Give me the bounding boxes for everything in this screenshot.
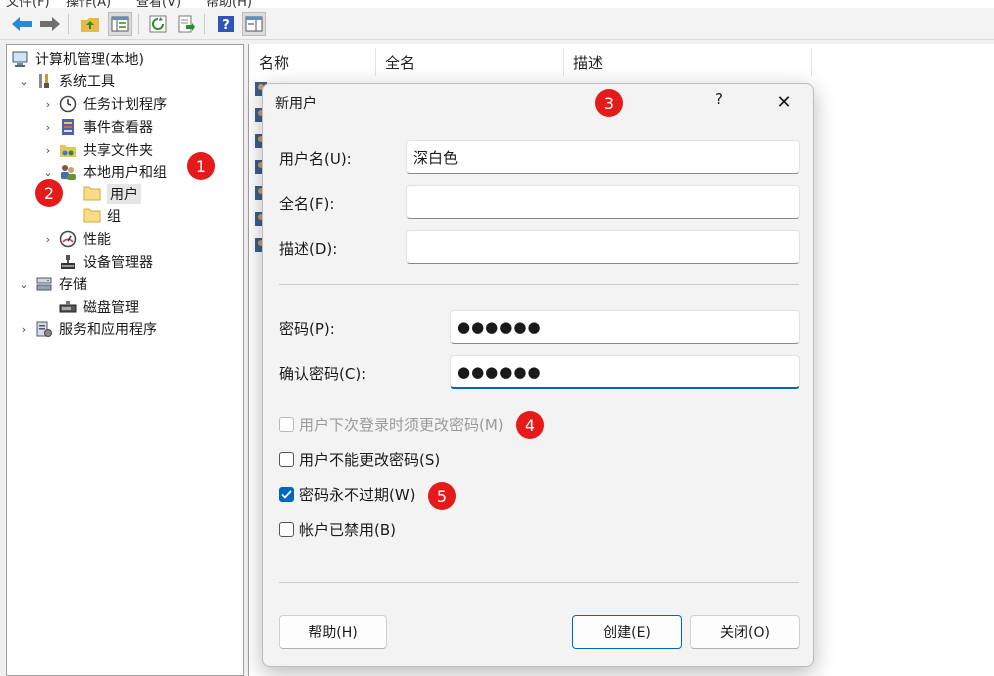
menu-help[interactable]: 帮助(H) (206, 0, 252, 8)
new-user-dialog: 新用户 ? ✕ 用户名(U): 深白色 全名(F): 描述(D): 密码(P):… (262, 83, 814, 667)
action-pane-icon[interactable] (242, 12, 266, 36)
services-icon (35, 320, 53, 338)
disk-icon (59, 298, 77, 316)
svg-text:?: ? (222, 18, 230, 33)
device-manager-icon (59, 253, 77, 271)
option-must-change-password[interactable]: 用户下次登录时须更改密码(M) (279, 414, 504, 435)
checkbox[interactable] (279, 417, 294, 432)
divider (279, 284, 799, 285)
annotation-badge-4: 4 (516, 411, 544, 439)
annotation-badge-1: 1 (187, 152, 215, 180)
option-password-never-expires[interactable]: 密码永不过期(W) (279, 484, 416, 505)
tree-device-manager[interactable]: 设备管理器 (55, 251, 153, 273)
column-header-fullname[interactable]: 全名 (375, 44, 563, 80)
fullname-input[interactable] (406, 185, 800, 219)
column-header-name[interactable]: 名称 (249, 44, 375, 80)
tree-groups[interactable]: 组 (79, 205, 121, 227)
shared-folder-icon (59, 141, 77, 159)
toolbar: ? (0, 8, 994, 40)
tree-disk-management[interactable]: 磁盘管理 (55, 296, 139, 318)
confirm-password-input[interactable]: ●●●●●● (450, 355, 800, 389)
checkbox[interactable] (279, 452, 294, 467)
tree-event-viewer[interactable]: › 事件查看器 (41, 116, 153, 138)
tree-shared-folders[interactable]: › 共享文件夹 (41, 139, 153, 161)
refresh-icon[interactable] (146, 12, 170, 36)
tree-services-apps[interactable]: › 服务和应用程序 (17, 318, 157, 340)
column-header-description[interactable]: 描述 (563, 44, 811, 80)
chevron-right-icon[interactable]: › (17, 323, 31, 336)
username-input[interactable]: 深白色 (406, 140, 800, 174)
checkbox-checked[interactable] (279, 487, 294, 502)
event-viewer-icon (59, 118, 77, 136)
annotation-badge-3: 3 (595, 89, 623, 117)
chevron-down-icon[interactable]: ⌄ (41, 166, 55, 179)
divider (279, 582, 799, 583)
menu-bar: 文件(F) 操作(A) 查看(V) 帮助(H) (0, 0, 994, 8)
tree-performance[interactable]: › 性能 (41, 228, 111, 250)
tree-storage[interactable]: ⌄ 存储 (17, 273, 87, 295)
export-list-icon[interactable] (174, 12, 198, 36)
close-button[interactable]: 关闭(O) (690, 615, 800, 649)
chevron-right-icon[interactable]: › (41, 121, 55, 134)
password-input[interactable]: ●●●●●● (450, 310, 800, 344)
chevron-down-icon[interactable]: ⌄ (17, 75, 31, 88)
tree-root[interactable]: 计算机管理(本地) (11, 48, 144, 70)
tree-users[interactable]: 用户 (79, 183, 141, 205)
tree-system-tools[interactable]: ⌄ 系统工具 (17, 70, 115, 92)
checkmark-icon (281, 490, 292, 499)
annotation-badge-5: 5 (428, 482, 456, 510)
chevron-right-icon[interactable]: › (41, 233, 55, 246)
fullname-label: 全名(F): (279, 195, 335, 213)
menu-action[interactable]: 操作(A) (66, 0, 111, 8)
users-group-icon (59, 163, 77, 181)
back-arrow-icon[interactable] (10, 12, 34, 36)
option-account-disabled[interactable]: 帐户已禁用(B) (279, 519, 396, 540)
help-button[interactable]: 帮助(H) (279, 615, 387, 649)
description-label: 描述(D): (279, 240, 338, 258)
show-hide-tree-icon[interactable] (108, 12, 132, 36)
clock-icon (59, 95, 77, 113)
username-label: 用户名(U): (279, 150, 352, 168)
menu-file[interactable]: 文件(F) (6, 0, 50, 8)
chevron-right-icon[interactable]: › (41, 98, 55, 111)
performance-gauge-icon (59, 230, 77, 248)
option-cannot-change-password[interactable]: 用户不能更改密码(S) (279, 449, 440, 470)
navigation-tree: 计算机管理(本地) ⌄ 系统工具 › 任务计划程序 › 事件查看器 › 共享文件… (6, 44, 244, 676)
password-label: 密码(P): (279, 320, 335, 338)
up-folder-icon[interactable] (78, 12, 102, 36)
tree-task-scheduler[interactable]: › 任务计划程序 (41, 93, 167, 115)
description-input[interactable] (406, 230, 800, 264)
storage-icon (35, 275, 53, 293)
confirm-password-label: 确认密码(C): (279, 365, 367, 383)
dialog-close-icon[interactable]: ✕ (769, 88, 799, 116)
help-icon[interactable]: ? (214, 12, 238, 36)
tools-icon (35, 72, 53, 90)
dialog-help-icon[interactable]: ? (715, 90, 723, 108)
dialog-title: 新用户 (275, 96, 317, 112)
forward-arrow-icon[interactable] (38, 12, 62, 36)
chevron-right-icon[interactable]: › (41, 144, 55, 157)
chevron-down-icon[interactable]: ⌄ (17, 278, 31, 291)
computer-management-icon (11, 50, 29, 68)
create-button[interactable]: 创建(E) (572, 615, 682, 649)
menu-view[interactable]: 查看(V) (136, 0, 181, 8)
folder-icon (83, 185, 101, 203)
tree-local-users-groups[interactable]: ⌄ 本地用户和组 (41, 161, 167, 183)
checkbox[interactable] (279, 522, 294, 537)
annotation-badge-2: 2 (35, 179, 63, 207)
folder-icon (83, 207, 101, 225)
